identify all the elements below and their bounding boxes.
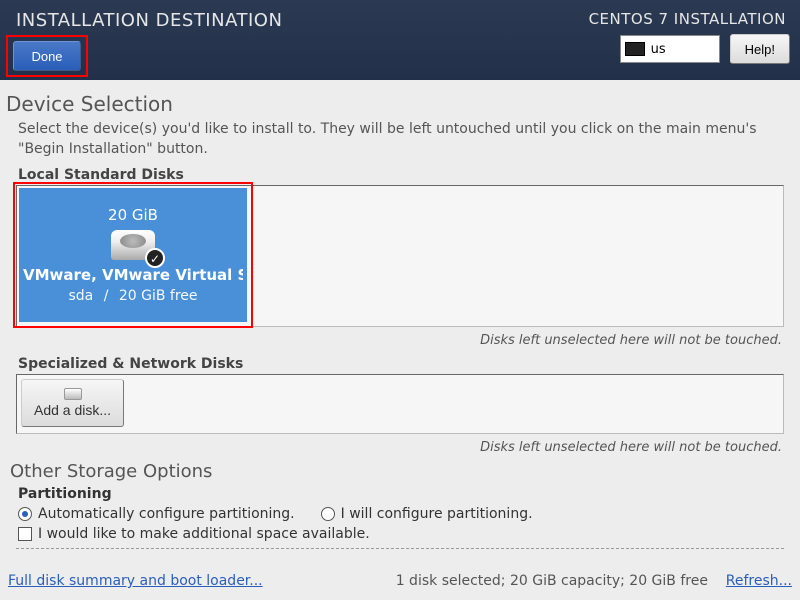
other-storage-heading: Other Storage Options [10,461,794,482]
radio-checked-icon [18,507,32,521]
local-disks-panel: 20 GiB ✓ VMware, VMware Virtual S sda / … [16,185,784,327]
keyboard-layout-selector[interactable]: us [620,35,720,63]
make-space-label: I would like to make additional space av… [38,526,370,542]
keyboard-icon [625,42,645,56]
disk-free: 20 GiB free [119,288,198,304]
refresh-link[interactable]: Refresh... [726,573,792,589]
partitioning-label: Partitioning [18,486,794,502]
add-disk-button[interactable]: Add a disk... [21,379,124,427]
add-disk-label: Add a disk... [34,402,111,418]
keyboard-layout-label: us [651,42,666,57]
radio-unchecked-icon [321,507,335,521]
done-button[interactable]: Done [13,41,81,71]
device-selection-description: Select the device(s) you'd like to insta… [18,120,794,159]
manual-partition-label: I will configure partitioning. [341,506,533,522]
auto-partition-label: Automatically configure partitioning. [38,506,295,522]
disk-model: VMware, VMware Virtual S [23,266,243,284]
network-disks-panel: Add a disk... [16,374,784,434]
disk-icon-wrap: ✓ [111,228,155,262]
help-button[interactable]: Help! [730,34,790,64]
local-disks-hint: Disks left unselected here will not be t… [6,333,782,348]
harddrive-small-icon [64,388,82,400]
disk-info: sda / 20 GiB free [68,288,197,304]
checkbox-unchecked-icon [18,527,32,541]
local-disks-heading: Local Standard Disks [18,167,794,183]
divider [16,548,784,549]
network-disks-hint: Disks left unselected here will not be t… [6,440,782,455]
disk-device: sda [68,288,93,304]
manual-partition-radio[interactable]: I will configure partitioning. [321,506,533,522]
disk-selected-check-icon: ✓ [145,248,165,268]
disk-capacity: 20 GiB [108,206,158,224]
page-title: INSTALLATION DESTINATION [6,6,282,31]
make-space-checkbox[interactable]: I would like to make additional space av… [18,526,794,542]
installer-title: CENTOS 7 INSTALLATION [589,6,790,28]
footer-status: 1 disk selected; 20 GiB capacity; 20 GiB… [396,573,708,589]
disk-highlight: 20 GiB ✓ VMware, VMware Virtual S sda / … [13,182,253,328]
disk-item[interactable]: 20 GiB ✓ VMware, VMware Virtual S sda / … [19,188,247,322]
device-selection-heading: Device Selection [6,92,794,116]
network-disks-heading: Specialized & Network Disks [18,356,794,372]
disk-summary-link[interactable]: Full disk summary and boot loader... [8,573,263,589]
auto-partition-radio[interactable]: Automatically configure partitioning. [18,506,295,522]
done-highlight: Done [6,35,88,77]
